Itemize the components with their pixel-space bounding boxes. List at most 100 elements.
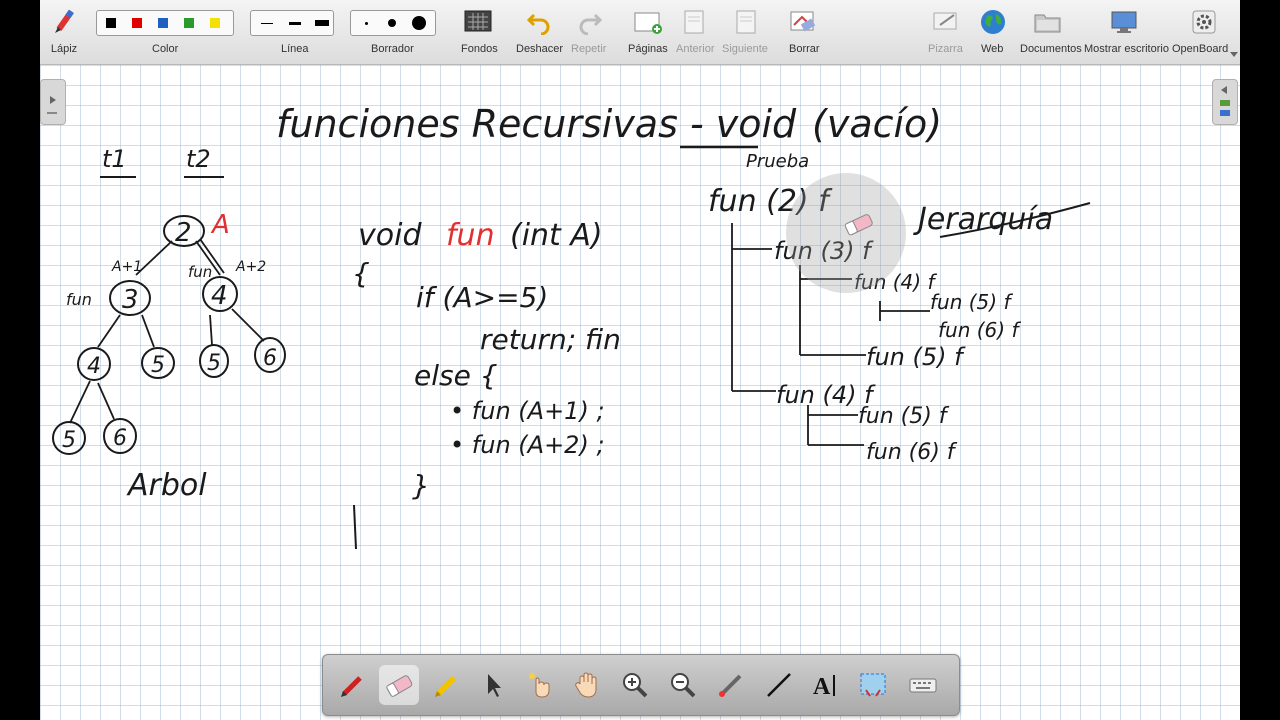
- line-thick[interactable]: [315, 20, 329, 26]
- capture-icon: [860, 673, 886, 697]
- openboard-window: Lápiz Color Línea Borrador Fondos Deshac…: [40, 0, 1240, 720]
- board-label: Pizarra: [928, 43, 963, 55]
- board-mode-button[interactable]: Pizarra: [926, 0, 966, 64]
- show-desktop-button[interactable]: Mostrar escritorio: [1084, 0, 1169, 64]
- line-thin[interactable]: [261, 22, 273, 24]
- undo-icon: [526, 7, 552, 37]
- eraser-medium[interactable]: [388, 19, 396, 27]
- line-medium[interactable]: [289, 21, 301, 25]
- color-picker[interactable]: Color: [96, 0, 234, 64]
- board-icon: [932, 7, 960, 37]
- eraser-size-picker[interactable]: Borrador: [350, 0, 436, 64]
- hier-test-label: Prueba: [746, 151, 809, 172]
- highlighter-icon: [435, 675, 457, 697]
- drawing-board[interactable]: funciones Recursivas - void (vacío) t1 t…: [40, 65, 1240, 720]
- web-label: Web: [981, 43, 1004, 55]
- tree-node: 5: [151, 353, 165, 378]
- ink-layer: funciones Recursivas - void (vacío) t1 t…: [52, 102, 1091, 550]
- zoom-in-button[interactable]: [615, 665, 655, 705]
- tree-edge-label-right: A+2: [235, 259, 266, 275]
- tree-fun-right: fun: [188, 263, 212, 281]
- color-green-swatch[interactable]: [184, 18, 194, 28]
- highlighter-tool-button[interactable]: [427, 665, 467, 705]
- eraser-cursor: [786, 173, 906, 293]
- hier-item: fun (5) f: [930, 290, 1013, 314]
- globe-icon: [979, 7, 1007, 37]
- code-close-brace: }: [412, 469, 430, 502]
- tree-node: 6: [263, 346, 277, 371]
- code-fun: fun: [446, 218, 495, 253]
- code-return: return; fin: [480, 323, 621, 356]
- tree-node: 5: [62, 428, 76, 453]
- clear-button[interactable]: Borrar: [786, 0, 820, 64]
- zoom-out-button[interactable]: [663, 665, 703, 705]
- redo-label: Repetir: [571, 43, 607, 55]
- pencil-tool[interactable]: Lápiz: [46, 0, 82, 64]
- pencil-icon: [49, 7, 79, 37]
- color-red-swatch[interactable]: [132, 18, 142, 28]
- stylus-palette: A: [322, 654, 960, 716]
- web-mode-button[interactable]: Web: [976, 0, 1010, 64]
- next-page-button[interactable]: Siguiente: [722, 0, 768, 64]
- hand-tool-button[interactable]: [567, 665, 607, 705]
- color-yellow-swatch[interactable]: [210, 18, 220, 28]
- previous-page-button[interactable]: Anterior: [676, 0, 715, 64]
- tree-node: 4: [87, 354, 101, 379]
- code-args: (int A): [510, 218, 603, 253]
- pages-button[interactable]: Páginas: [628, 0, 668, 64]
- text-tool-button[interactable]: A: [807, 665, 847, 705]
- redo-icon: [577, 7, 603, 37]
- zoom-out-icon: [671, 673, 696, 698]
- hand-icon: [575, 672, 597, 698]
- board-title-paren: (vacío): [812, 102, 942, 146]
- eraser-large[interactable]: [412, 16, 426, 30]
- pages-label: Páginas: [628, 43, 668, 55]
- virtual-keyboard-button[interactable]: [903, 665, 943, 705]
- line-width-picker[interactable]: Línea: [250, 0, 334, 64]
- code-else: else {: [414, 359, 498, 392]
- svg-text:A: A: [813, 674, 831, 700]
- zoom-in-icon: [623, 673, 648, 698]
- next-page-icon: [734, 7, 758, 37]
- pencil-label: Lápiz: [50, 43, 78, 55]
- line-tool-button[interactable]: [759, 665, 799, 705]
- eraser-small[interactable]: [365, 21, 368, 25]
- tree-root-node: 2: [175, 218, 192, 248]
- hier-title: Jerarquía: [913, 202, 1053, 237]
- redo-button[interactable]: Repetir: [570, 0, 610, 64]
- interact-tool-button[interactable]: [519, 665, 559, 705]
- board-title: funciones Recursivas - void: [276, 102, 797, 146]
- openboard-menu-button[interactable]: OpenBoard: [1172, 0, 1238, 64]
- undo-button[interactable]: Deshacer: [516, 0, 564, 64]
- cursor-arrow-icon: [488, 674, 501, 697]
- keyboard-icon: [909, 678, 937, 693]
- capture-tool-button[interactable]: [853, 665, 893, 705]
- line-icon: [767, 673, 791, 697]
- eraser-icon: [386, 675, 413, 697]
- folder-icon: [1033, 7, 1063, 37]
- openboard-label: OpenBoard: [1172, 43, 1229, 55]
- monitor-icon: [1109, 7, 1139, 37]
- backgrounds-button[interactable]: Fondos: [458, 0, 498, 64]
- documents-mode-button[interactable]: Documentos: [1018, 0, 1082, 64]
- tree-node-shapes: [52, 215, 286, 455]
- text-icon: A: [813, 674, 835, 700]
- laser-pointer-button[interactable]: [711, 665, 751, 705]
- undo-label: Deshacer: [516, 43, 564, 55]
- selector-tool-button[interactable]: [473, 665, 513, 705]
- eraser-tool-button[interactable]: [379, 665, 419, 705]
- clear-page-icon: [788, 7, 818, 37]
- previous-label: Anterior: [676, 43, 715, 55]
- previous-page-icon: [682, 7, 706, 37]
- code-call-2: • fun (A+2) ;: [450, 431, 605, 459]
- gear-icon: [1190, 7, 1218, 37]
- color-blue-swatch[interactable]: [158, 18, 168, 28]
- tree-edges: [69, 238, 265, 424]
- code-call-1: • fun (A+1) ;: [450, 397, 605, 425]
- label-t1: t1: [102, 145, 127, 173]
- tree-fun-left: fun: [66, 290, 92, 309]
- pen-tool-button[interactable]: [333, 665, 373, 705]
- color-black-swatch[interactable]: [106, 18, 116, 28]
- backgrounds-label: Fondos: [461, 43, 498, 55]
- pointing-hand-icon: [529, 673, 550, 698]
